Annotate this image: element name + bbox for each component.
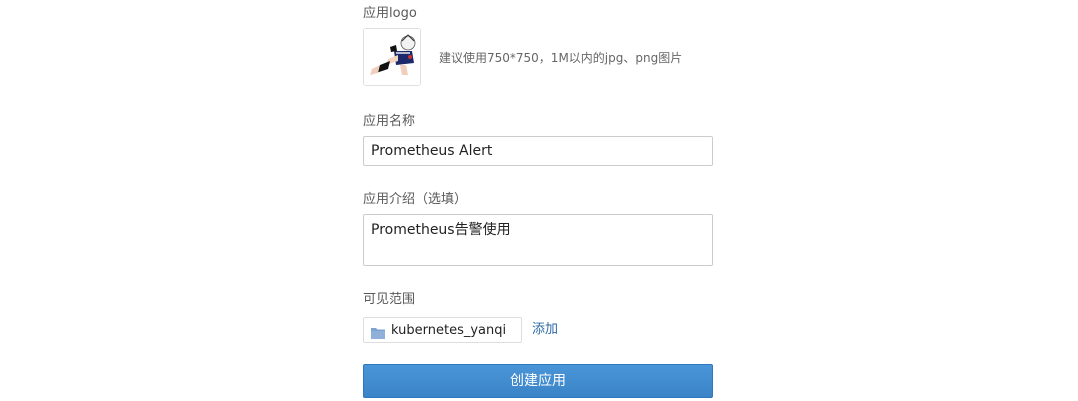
visibility-label: 可见范围 [363, 292, 416, 307]
app-description-label: 应用介绍（选填） [363, 192, 468, 207]
logo-label: 应用logo [363, 6, 417, 21]
app-description-textarea[interactable]: Prometheus告警使用 [363, 214, 713, 266]
logo-hint: 建议使用750*750，1M以内的jpg、png图片 [439, 51, 683, 65]
app-logo-upload[interactable] [363, 28, 421, 86]
create-app-button[interactable]: 创建应用 [363, 364, 713, 398]
folder-icon [371, 324, 385, 339]
app-name-label: 应用名称 [363, 114, 416, 129]
visibility-scope-name: kubernetes_yanqi [391, 322, 507, 338]
app-name-input[interactable]: Prometheus Alert [363, 136, 713, 166]
app-logo-image [364, 29, 420, 85]
visibility-scope-tag[interactable]: kubernetes_yanqi [363, 317, 522, 343]
add-visibility-link[interactable]: 添加 [532, 322, 558, 338]
